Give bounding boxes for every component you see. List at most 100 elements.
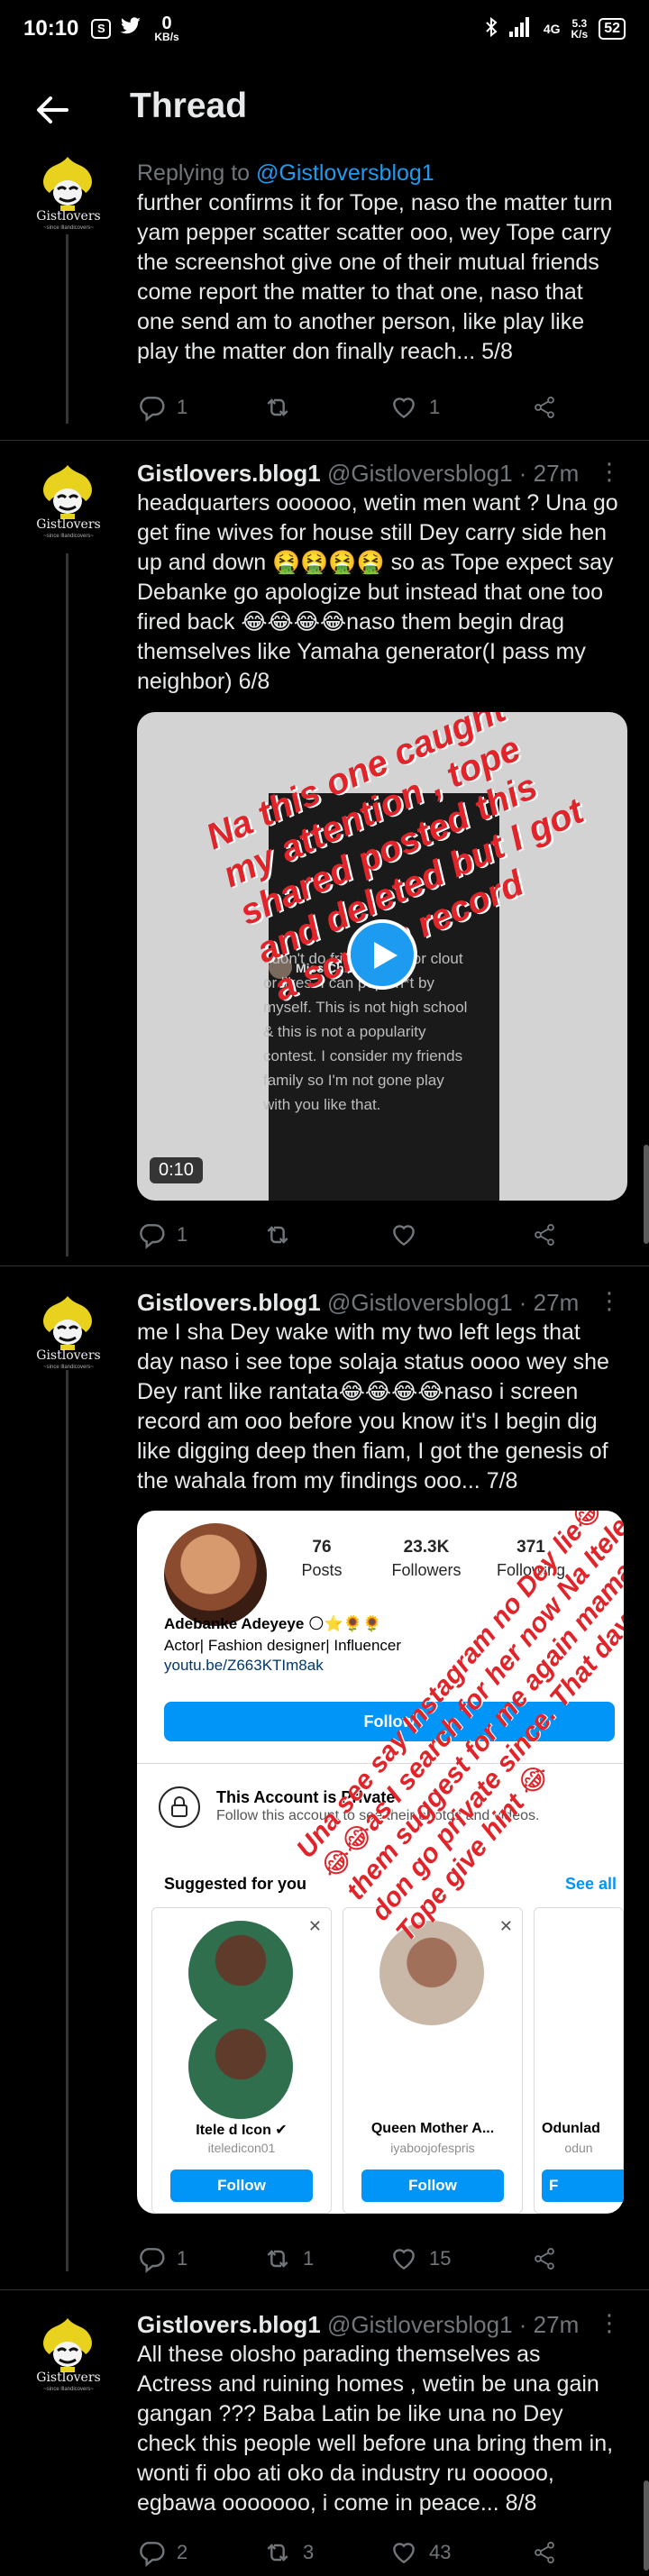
retweet-count: 3 — [303, 2541, 315, 2563]
share-icon — [535, 2247, 554, 2270]
avatar-label: Gistlovers — [36, 2370, 101, 2385]
data-speed-unit: KB/s — [154, 31, 179, 43]
lock-icon — [159, 1786, 200, 1828]
ig-see-all: See all — [564, 1875, 617, 1893]
like-button[interactable]: 15 — [389, 2244, 516, 2273]
share-button[interactable] — [532, 2538, 568, 2567]
close-icon: ✕ — [498, 1917, 513, 1935]
avatar-tagline: ~since lllandicovers~ — [43, 2387, 94, 2392]
reply-button[interactable]: 1 — [137, 1220, 263, 1249]
reply-button[interactable]: 1 — [137, 2244, 263, 2273]
status-bar: 10:10 S 0 KB/s 4G 5.3 K/s 52 — [0, 0, 649, 58]
data-speed-value: 0 — [161, 14, 172, 33]
retweet-button[interactable] — [263, 393, 389, 422]
reply-icon — [140, 2248, 165, 2273]
display-name[interactable]: Gistlovers.blog1 — [137, 460, 321, 487]
heart-icon — [393, 2249, 415, 2270]
tweet-body: Replying to @Gistloversblog1 further con… — [137, 159, 618, 367]
ig-suggestion-name: Queen Mother A... — [370, 2121, 495, 2136]
top-app-bar: Thread — [0, 58, 649, 162]
retweet-button[interactable]: 1 — [263, 2244, 389, 2273]
video-duration: 0:10 — [150, 1157, 203, 1183]
network-speed: 5.3 K/s — [571, 18, 589, 40]
tweet-actions: 2 3 43 — [137, 2535, 588, 2571]
tweet-body: Gistlovers.blog1 @Gistloversblog1 · 27m … — [137, 458, 618, 697]
retweet-button[interactable]: 3 — [263, 2538, 389, 2567]
ig-suggestion-name: Odunlad — [542, 2121, 600, 2136]
thread-line — [66, 1370, 69, 2271]
like-button[interactable]: 43 — [389, 2538, 516, 2567]
video-player[interactable]: Miss Chri I don't do friendships for clo… — [137, 712, 627, 1201]
ig-suggestion-username: odun — [564, 2141, 593, 2155]
ig-suggestion-photo — [379, 1921, 484, 2025]
share-button[interactable] — [532, 393, 568, 422]
handle-and-time: @Gistloversblog1 · 27m — [326, 460, 580, 487]
display-name[interactable]: Gistlovers.blog1 — [137, 1289, 321, 1316]
data-speed: 0 KB/s — [154, 14, 179, 43]
tweet-text: All these olosho parading themselves as … — [137, 2342, 614, 2516]
replying-prefix: Replying to — [137, 160, 257, 186]
tweet-actions: 1 — [137, 1217, 588, 1253]
tweet-header: Gistlovers.blog1 @Gistloversblog1 · 27m — [137, 1287, 618, 1318]
avatar[interactable]: Gistlovers ~since lllandicovers~ — [36, 463, 101, 544]
reply-button[interactable]: 1 — [137, 393, 263, 422]
avatar-label: Gistlovers — [36, 517, 101, 532]
tweet-header: Gistlovers.blog1 @Gistloversblog1 · 27m — [137, 458, 618, 489]
reply-button[interactable]: 2 — [137, 2538, 263, 2567]
signal-icon — [508, 16, 533, 41]
share-icon — [535, 396, 554, 419]
ig-followers-count: 23.3K — [403, 1538, 450, 1557]
retweet-icon — [267, 398, 288, 416]
like-count: 43 — [429, 2541, 452, 2563]
tweet-body: Gistlovers.blog1 @Gistloversblog1 · 27m … — [137, 2309, 618, 2518]
play-button[interactable] — [347, 919, 417, 990]
ig-posts-stat: 76 Posts — [272, 1538, 371, 1580]
avatar[interactable]: Gistlovers ~since lllandicovers~ — [36, 2316, 101, 2398]
divider — [0, 1265, 649, 1266]
avatar-tagline: ~since lllandicovers~ — [43, 1365, 94, 1370]
reply-count: 1 — [177, 1223, 188, 1246]
handle-and-time: @Gistloversblog1 · 27m — [326, 2311, 580, 2338]
ig-followers-stat: 23.3K Followers — [377, 1538, 476, 1580]
share-button[interactable] — [532, 1220, 568, 1249]
network-speed-unit: K/s — [571, 28, 589, 41]
ig-suggestion-photo — [188, 1921, 293, 2025]
share-button[interactable] — [532, 2244, 568, 2273]
like-button[interactable] — [389, 1220, 516, 1249]
avatar[interactable]: Gistlovers ~since lllandicovers~ — [36, 1294, 101, 1375]
ig-suggestion-username: iyaboojofespris — [390, 2141, 475, 2155]
avatar[interactable]: Gistlovers ~since lllandicovers~ — [36, 155, 101, 236]
ig-suggestion-username: iteledicon01 — [207, 2141, 276, 2155]
status-right: 4G 5.3 K/s 52 — [484, 16, 626, 41]
avatar-tagline: ~since lllandicovers~ — [43, 534, 94, 539]
reply-count: 1 — [177, 396, 188, 418]
heart-icon — [393, 1225, 415, 1247]
ig-suggestion-card: ✕ Itele d Icon ✔ iteledicon01 Follow — [151, 1907, 332, 2214]
tweet-text: further confirms it for Tope, naso the m… — [137, 190, 613, 364]
handle-and-time: @Gistloversblog1 · 27m — [326, 1289, 580, 1316]
scrollbar-thumb[interactable] — [644, 1145, 649, 1244]
ig-bio: Actor| Fashion designer| Influencer — [164, 1637, 402, 1654]
scrollbar-thumb[interactable] — [644, 2480, 649, 2571]
share-icon — [535, 2541, 554, 2564]
tweet-text: me I sha Dey wake with my two left legs … — [137, 1320, 609, 1494]
reply-count: 1 — [177, 2247, 188, 2270]
replying-mention[interactable]: @Gistloversblog1 — [256, 160, 434, 186]
retweet-button[interactable] — [263, 1220, 389, 1249]
avatar-label: Gistlovers — [36, 209, 101, 224]
instagram-screenshot[interactable]: 76 Posts 23.3K Followers 371 Following Adeb… — [137, 1511, 624, 2214]
retweet-icon — [267, 2544, 288, 2562]
display-name[interactable]: Gistlovers.blog1 — [137, 2311, 321, 2338]
like-count: 1 — [429, 396, 441, 418]
avatar-tagline: ~since lllandicovers~ — [43, 225, 94, 231]
back-arrow-icon[interactable] — [34, 92, 70, 128]
reply-icon — [140, 2542, 165, 2567]
tweet-text: headquarters oooooo, wetin men want ? Un… — [137, 490, 618, 694]
play-icon — [374, 942, 398, 969]
like-count: 15 — [429, 2247, 452, 2270]
bluetooth-icon — [484, 16, 498, 41]
ig-display-name: Adebanke Adeyeye 🌕⭐🌻🌻 — [164, 1615, 382, 1632]
like-button[interactable]: 1 — [389, 393, 516, 422]
battery-icon: 52 — [599, 18, 626, 40]
divider — [0, 2289, 649, 2290]
